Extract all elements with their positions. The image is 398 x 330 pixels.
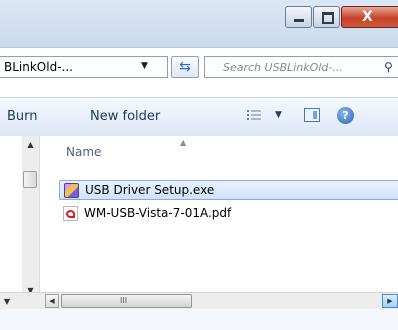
address-bar[interactable]: BLinkOld-... ▼ (0, 56, 168, 78)
minimize-button[interactable] (285, 6, 312, 28)
maximize-icon (322, 12, 334, 24)
preview-pane-icon[interactable] (304, 108, 320, 122)
column-header-name[interactable]: Name (66, 145, 101, 159)
close-button[interactable]: X (341, 6, 398, 28)
refresh-button[interactable]: ⇆ (171, 56, 199, 78)
chevron-down-icon[interactable]: ▼ (141, 61, 148, 71)
close-icon: X (362, 9, 373, 25)
scroll-up-icon[interactable]: ▲ (22, 138, 39, 152)
list-item[interactable]: USB Driver Setup.exe (59, 180, 398, 200)
burn-button[interactable]: Burn (7, 109, 38, 124)
scroll-left-icon[interactable]: ◀ (45, 294, 59, 308)
scroll-right-icon[interactable]: ▶ (382, 294, 398, 308)
horizontal-scroll-thumb[interactable]: III (61, 294, 192, 308)
file-name: USB Driver Setup.exe (85, 183, 215, 197)
horizontal-scrollbar[interactable]: ▼ ◀ III ▶ (0, 292, 398, 310)
search-icon[interactable]: ⚲ (384, 60, 393, 74)
command-toolbar: Burn New folder ▼ ? (0, 97, 398, 137)
file-name: WM-USB-Vista-7-01A.pdf (84, 206, 232, 220)
scroll-thumb[interactable] (23, 171, 37, 188)
details-pane (0, 309, 398, 330)
pdf-file-icon (63, 206, 78, 221)
search-input[interactable]: Search USBLinkOld-... ⚲ (204, 56, 398, 78)
installer-exe-icon (64, 183, 79, 198)
search-placeholder: Search USBLinkOld-... (223, 61, 343, 74)
views-icon[interactable] (247, 109, 261, 121)
help-icon[interactable]: ? (337, 107, 354, 124)
address-path: BLinkOld-... (4, 60, 73, 74)
new-folder-button[interactable]: New folder (90, 109, 160, 124)
minimize-icon (294, 19, 304, 22)
sort-ascending-icon: ▲ (180, 138, 187, 147)
list-item[interactable]: WM-USB-Vista-7-01A.pdf (59, 204, 398, 224)
scroll-down-icon[interactable]: ▼ (0, 295, 14, 308)
maximize-button[interactable] (313, 6, 340, 28)
navigation-bar: BLinkOld-... ▼ ⇆ Search USBLinkOld-... ⚲ (0, 53, 398, 83)
vertical-scrollbar[interactable]: ▲ ▼ (22, 136, 40, 296)
chevron-down-icon[interactable]: ▼ (275, 110, 282, 120)
scroll-grip: III (120, 296, 128, 305)
refresh-icon: ⇆ (179, 59, 191, 75)
